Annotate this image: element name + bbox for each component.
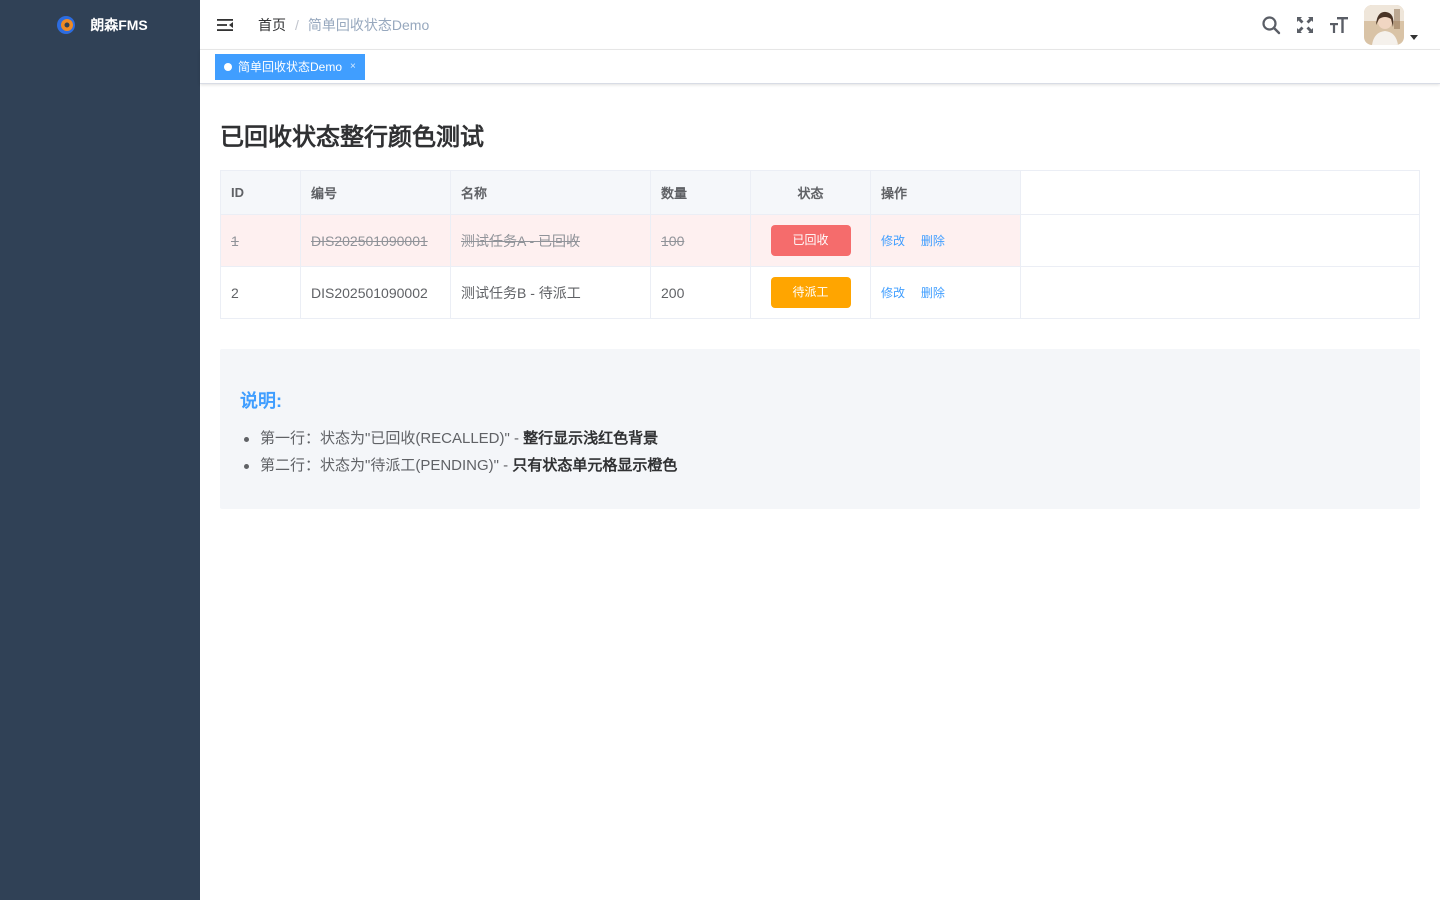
avatar[interactable] bbox=[1364, 5, 1404, 45]
cell-ops: 修改 删除 bbox=[870, 214, 1021, 267]
font-size-icon[interactable] bbox=[1322, 0, 1356, 50]
tags-view: 简单回收状态Demo × bbox=[200, 50, 1440, 84]
delete-link[interactable]: 删除 bbox=[921, 234, 945, 248]
breadcrumb-separator: / bbox=[295, 16, 299, 33]
note-item-text: 第二行：状态为"待派工(PENDING)" - bbox=[260, 457, 513, 474]
right-menu bbox=[1254, 0, 1440, 50]
note-title: 说明: bbox=[240, 391, 282, 411]
table-row: 1 DIS202501090001 测试任务A - 已回收 100 已回收 修改… bbox=[220, 214, 1420, 267]
edit-link[interactable]: 修改 bbox=[881, 234, 905, 248]
cell-filler bbox=[1020, 266, 1420, 319]
header-qty: 数量 bbox=[650, 170, 751, 215]
note-item: 第一行：状态为"已回收(RECALLED)" - 整行显示浅红色背景 bbox=[244, 425, 1400, 452]
cell-qty: 100 bbox=[650, 214, 751, 267]
cell-status: 待派工 bbox=[750, 266, 871, 319]
tag-label: 简单回收状态Demo bbox=[238, 60, 343, 74]
cell-code: DIS202501090001 bbox=[300, 214, 451, 267]
app-name: 朗森FMS bbox=[90, 17, 148, 33]
cell-code: DIS202501090002 bbox=[300, 266, 451, 319]
edit-link[interactable]: 修改 bbox=[881, 286, 905, 300]
close-icon[interactable]: × bbox=[350, 61, 356, 72]
tag-dot bbox=[224, 62, 232, 71]
hamburger-icon[interactable] bbox=[200, 0, 250, 50]
header-ops: 操作 bbox=[870, 170, 1021, 215]
breadcrumb-current: 简单回收状态Demo bbox=[307, 16, 430, 33]
cell-ops: 修改 删除 bbox=[870, 266, 1021, 319]
note-item-emphasis: 整行显示浅红色背景 bbox=[523, 430, 659, 447]
caret-down-icon bbox=[1410, 35, 1418, 40]
fullscreen-icon[interactable] bbox=[1288, 0, 1322, 50]
page-title: 已回收状态整行颜色测试 bbox=[220, 124, 484, 151]
table-header-row: ID 编号 名称 数量 状态 操作 bbox=[220, 170, 1420, 215]
cell-filler bbox=[1020, 214, 1420, 267]
cell-id: 2 bbox=[220, 266, 301, 319]
note-list: 第一行：状态为"已回收(RECALLED)" - 整行显示浅红色背景 第二行：状… bbox=[240, 425, 1400, 479]
note-item-text: 第一行：状态为"已回收(RECALLED)" - bbox=[260, 430, 524, 447]
header-status: 状态 bbox=[750, 170, 871, 215]
cell-id: 1 bbox=[220, 214, 301, 267]
breadcrumb-home[interactable]: 首页 bbox=[258, 15, 286, 35]
app-logo[interactable]: 朗森FMS bbox=[0, 0, 200, 50]
header-id: ID bbox=[220, 170, 301, 215]
delete-link[interactable]: 删除 bbox=[921, 286, 945, 300]
header-name: 名称 bbox=[450, 170, 651, 215]
note-item: 第二行：状态为"待派工(PENDING)" - 只有状态单元格显示橙色 bbox=[244, 452, 1400, 479]
tag-active[interactable]: 简单回收状态Demo × bbox=[215, 53, 365, 80]
header-code: 编号 bbox=[300, 170, 451, 215]
note-item-emphasis: 只有状态单元格显示橙色 bbox=[512, 457, 678, 474]
note-panel: 说明: 第一行：状态为"已回收(RECALLED)" - 整行显示浅红色背景 第… bbox=[220, 349, 1420, 509]
logo-icon bbox=[52, 11, 80, 39]
user-menu[interactable] bbox=[1364, 5, 1420, 45]
status-badge[interactable]: 已回收 bbox=[770, 225, 851, 256]
sidebar: 朗森FMS bbox=[0, 0, 200, 900]
data-table: ID 编号 名称 数量 状态 操作 1 DIS202501090001 测试任务… bbox=[220, 170, 1420, 319]
header-filler bbox=[1020, 170, 1420, 215]
main-container: 首页 / 简单回收状态Demo 简单回收状态Demo × 已回收状态整行颜色测试… bbox=[200, 0, 1440, 900]
cell-name: 测试任务A - 已回收 bbox=[450, 214, 651, 267]
page-content: 已回收状态整行颜色测试 ID 编号 名称 数量 状态 操作 1 DIS20250… bbox=[200, 84, 1440, 529]
table-row: 2 DIS202501090002 测试任务B - 待派工 200 待派工 修改… bbox=[220, 266, 1420, 319]
cell-qty: 200 bbox=[650, 266, 751, 319]
search-icon[interactable] bbox=[1254, 0, 1288, 50]
cell-status: 已回收 bbox=[750, 214, 871, 267]
cell-name: 测试任务B - 待派工 bbox=[450, 266, 651, 319]
navbar: 首页 / 简单回收状态Demo bbox=[200, 0, 1440, 50]
status-badge[interactable]: 待派工 bbox=[770, 277, 851, 308]
breadcrumb: 首页 / 简单回收状态Demo bbox=[258, 15, 429, 35]
